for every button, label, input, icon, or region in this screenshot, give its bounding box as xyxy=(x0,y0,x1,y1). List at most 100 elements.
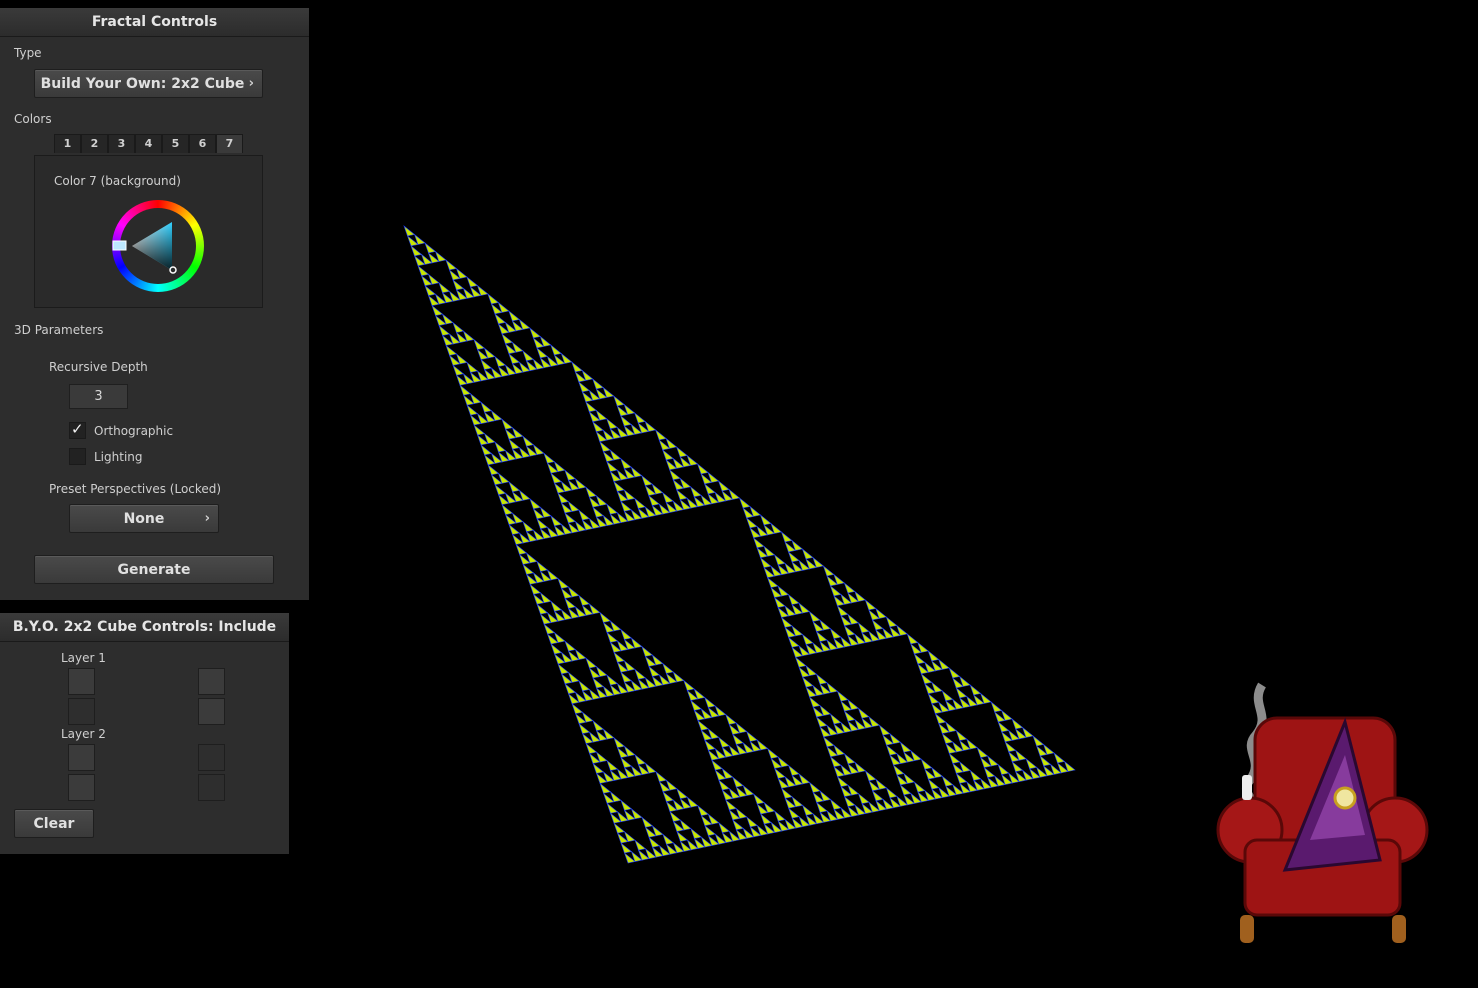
fractal-cell xyxy=(571,361,583,373)
fractal-cell xyxy=(885,744,898,756)
fractal-cell xyxy=(787,636,800,648)
fractal-cell xyxy=(620,756,633,768)
fractal-cell xyxy=(668,468,681,481)
fractal-cell xyxy=(466,361,479,373)
fractal-cell xyxy=(536,347,548,359)
fractal-cell xyxy=(787,807,800,819)
fractal-cell xyxy=(871,789,884,802)
fractal-cell xyxy=(557,492,570,504)
fractal-cell xyxy=(787,764,800,776)
fractal-cell xyxy=(634,753,647,766)
fractal-cell xyxy=(641,474,653,486)
fractal-cell xyxy=(801,804,814,816)
fractal-cell xyxy=(550,472,563,484)
fractal-cell xyxy=(620,457,632,469)
fractal-cell xyxy=(669,810,682,822)
fractal-cell xyxy=(899,784,912,796)
fractal-cell xyxy=(976,746,989,758)
fractal-cell xyxy=(829,798,842,810)
fractal-cell xyxy=(773,596,786,608)
fractal-cell xyxy=(801,633,814,645)
fractal-cell xyxy=(703,483,716,495)
fractal-cell xyxy=(452,279,465,291)
fractal-cell xyxy=(927,650,940,662)
fractal-cell xyxy=(780,616,793,628)
fractal-cell xyxy=(487,293,500,305)
fractal-cell xyxy=(676,787,689,800)
fractal-cell xyxy=(1025,757,1038,770)
fractal-cell xyxy=(864,599,877,611)
fractal-cell xyxy=(718,736,730,748)
fractal-cell xyxy=(760,813,772,825)
fractal-cell xyxy=(634,668,647,680)
fractal-cell xyxy=(606,759,619,771)
fractal-cell xyxy=(808,781,821,793)
fractal-cell xyxy=(508,352,521,365)
fractal-cell xyxy=(662,790,675,802)
fractal-cell xyxy=(725,713,737,725)
fractal-cell xyxy=(725,799,737,811)
fractal-cell xyxy=(753,793,765,805)
monocle-icon xyxy=(1333,786,1357,810)
fractal-cell xyxy=(606,503,618,515)
fractal-cell xyxy=(955,687,968,699)
fractal-cell xyxy=(585,742,598,754)
fractal-cell xyxy=(697,719,709,731)
fractal-cell xyxy=(711,759,723,771)
fractal-cell xyxy=(683,679,695,691)
pipe xyxy=(1242,775,1252,800)
fractal-cell xyxy=(997,763,1010,775)
fractal-cell xyxy=(822,735,835,748)
fractal-cell xyxy=(822,565,835,577)
fractal-cell xyxy=(913,653,926,665)
fractal-cell xyxy=(815,630,828,642)
fractal-cell xyxy=(466,404,479,416)
fractal-cell xyxy=(459,384,472,396)
fractal-cell xyxy=(480,401,493,413)
fractal-cell xyxy=(613,480,625,492)
fractal-cell xyxy=(718,821,730,834)
fractal-cell xyxy=(948,752,961,764)
fractal-cell xyxy=(592,378,604,390)
fractal-cell xyxy=(487,463,500,476)
fractal-cell xyxy=(606,460,618,472)
fractal-cell xyxy=(732,733,744,745)
fractal-cell xyxy=(494,441,507,453)
fractal-cell xyxy=(746,816,758,828)
fractal-cell xyxy=(690,699,702,711)
fractal-cell xyxy=(766,576,779,588)
fractal-cell xyxy=(941,775,954,787)
fractal-cell xyxy=(550,643,563,655)
fractal-cell xyxy=(529,497,542,510)
armchair-right-leg xyxy=(1392,915,1406,943)
fractal-cell xyxy=(732,776,744,788)
fractal-cell xyxy=(780,787,793,799)
fractal-cell xyxy=(634,839,647,851)
fractal-cell xyxy=(620,842,633,854)
fractal-cell xyxy=(550,514,563,527)
fractal-cell xyxy=(606,802,619,814)
fractal-cell xyxy=(564,640,577,652)
fractal-cell xyxy=(738,497,751,509)
fractal-cell xyxy=(452,364,465,376)
fractal-cell xyxy=(955,729,968,741)
fractal-cell xyxy=(801,676,814,688)
fractal-cell xyxy=(424,284,437,297)
fractal-cell xyxy=(550,600,563,612)
fractal-cell xyxy=(662,662,674,674)
fractal-cell xyxy=(718,779,730,791)
fractal-cell xyxy=(857,707,870,719)
fractal-cell xyxy=(501,332,514,345)
fractal-cell xyxy=(403,225,416,237)
fractal-cell xyxy=(585,400,597,413)
fractal-cell xyxy=(997,721,1010,733)
fractal-cell xyxy=(438,281,451,294)
fractal-cell xyxy=(878,724,891,736)
fractal-cell xyxy=(675,488,688,501)
fractal-cell xyxy=(522,520,535,532)
fractal-cell xyxy=(843,710,856,722)
fractal-cell xyxy=(508,310,521,322)
fractal-cell xyxy=(801,548,814,560)
fractal-cell xyxy=(501,503,514,515)
fractal-cell xyxy=(983,766,996,778)
